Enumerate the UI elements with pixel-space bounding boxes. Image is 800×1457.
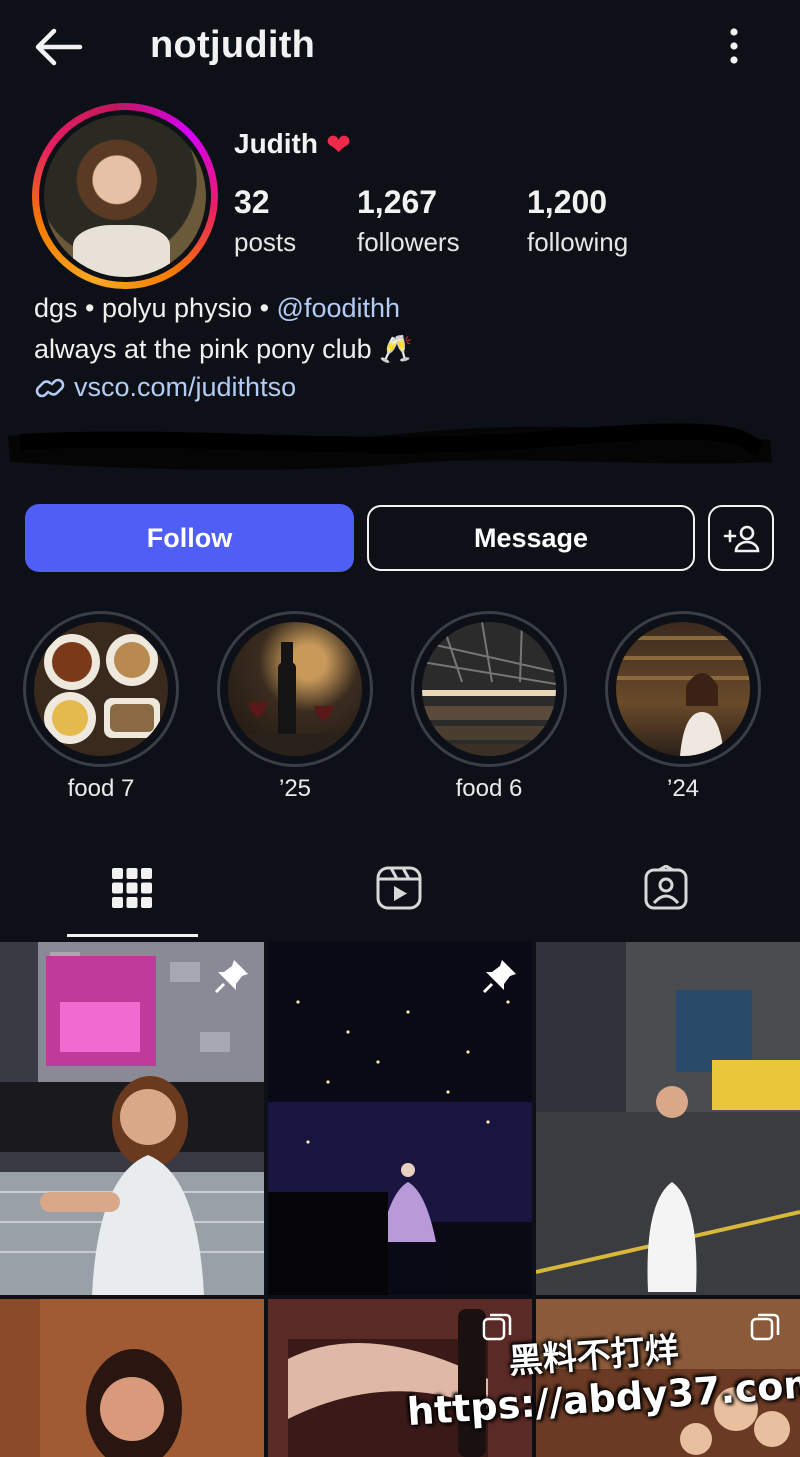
- stat-following[interactable]: 1,200 following: [527, 184, 628, 258]
- followers-label: followers: [357, 227, 460, 257]
- tagged-icon: [644, 865, 688, 910]
- tab-tagged[interactable]: [631, 853, 701, 923]
- post-tile[interactable]: [0, 942, 264, 1295]
- suggested-accounts-button[interactable]: [708, 505, 774, 571]
- post-tile[interactable]: [536, 942, 800, 1295]
- back-arrow-icon[interactable]: [32, 26, 84, 68]
- reels-icon: [376, 866, 422, 910]
- highlight-food-7[interactable]: [23, 611, 179, 767]
- more-options-icon[interactable]: [722, 26, 746, 66]
- bio-line-2: always at the pink pony club 🥂: [34, 334, 413, 364]
- grid-icon: [112, 868, 152, 908]
- highlight-24[interactable]: [605, 611, 761, 767]
- link-text: vsco.com/judithtso: [74, 372, 297, 402]
- add-person-icon: [723, 525, 760, 553]
- highlight-label: ’24: [666, 775, 700, 802]
- link-icon: [35, 378, 65, 397]
- pinned-icon: [214, 960, 248, 994]
- following-count: 1,200: [527, 184, 608, 220]
- profile-username: notjudith: [150, 24, 316, 66]
- avatar: [44, 115, 206, 277]
- tab-posts-grid[interactable]: [97, 853, 167, 923]
- bio-line-1: dgs • polyu physio • @foodithh: [34, 293, 400, 324]
- highlight-cover: [422, 622, 556, 756]
- posts-count: 32: [234, 184, 270, 220]
- bio-text: dgs • polyu physio •: [34, 293, 277, 323]
- display-name: Judith: [234, 128, 318, 159]
- highlight-food-6[interactable]: [411, 611, 567, 767]
- avatar-story-ring[interactable]: [32, 103, 218, 289]
- post-tile[interactable]: [268, 942, 532, 1295]
- pinned-icon: [482, 960, 516, 994]
- posts-label: posts: [234, 227, 297, 257]
- stat-posts[interactable]: 32 posts: [234, 184, 296, 258]
- tab-reels[interactable]: [364, 853, 434, 923]
- highlight-cover: [616, 622, 750, 756]
- post-tile[interactable]: [0, 1299, 264, 1457]
- highlight-label: food 6: [455, 775, 523, 802]
- highlight-label: food 7: [67, 775, 135, 802]
- post-image: [0, 1299, 264, 1457]
- highlight-cover: [34, 622, 168, 756]
- stat-followers[interactable]: 1,267 followers: [357, 184, 460, 258]
- redaction-scribble: [8, 423, 772, 470]
- follow-button[interactable]: Follow: [25, 504, 354, 572]
- bio-external-link[interactable]: vsco.com/judithtso: [34, 372, 296, 403]
- followers-count: 1,267: [357, 184, 438, 220]
- highlight-cover: [228, 622, 362, 756]
- bio-mention-link[interactable]: @foodithh: [277, 293, 401, 323]
- heart-emoji: ❤: [326, 129, 352, 162]
- highlight-label: ’25: [278, 775, 312, 802]
- active-tab-indicator: [67, 934, 198, 937]
- post-image: [536, 942, 800, 1295]
- highlight-25[interactable]: [217, 611, 373, 767]
- following-label: following: [527, 227, 629, 257]
- message-button[interactable]: Message: [367, 505, 695, 571]
